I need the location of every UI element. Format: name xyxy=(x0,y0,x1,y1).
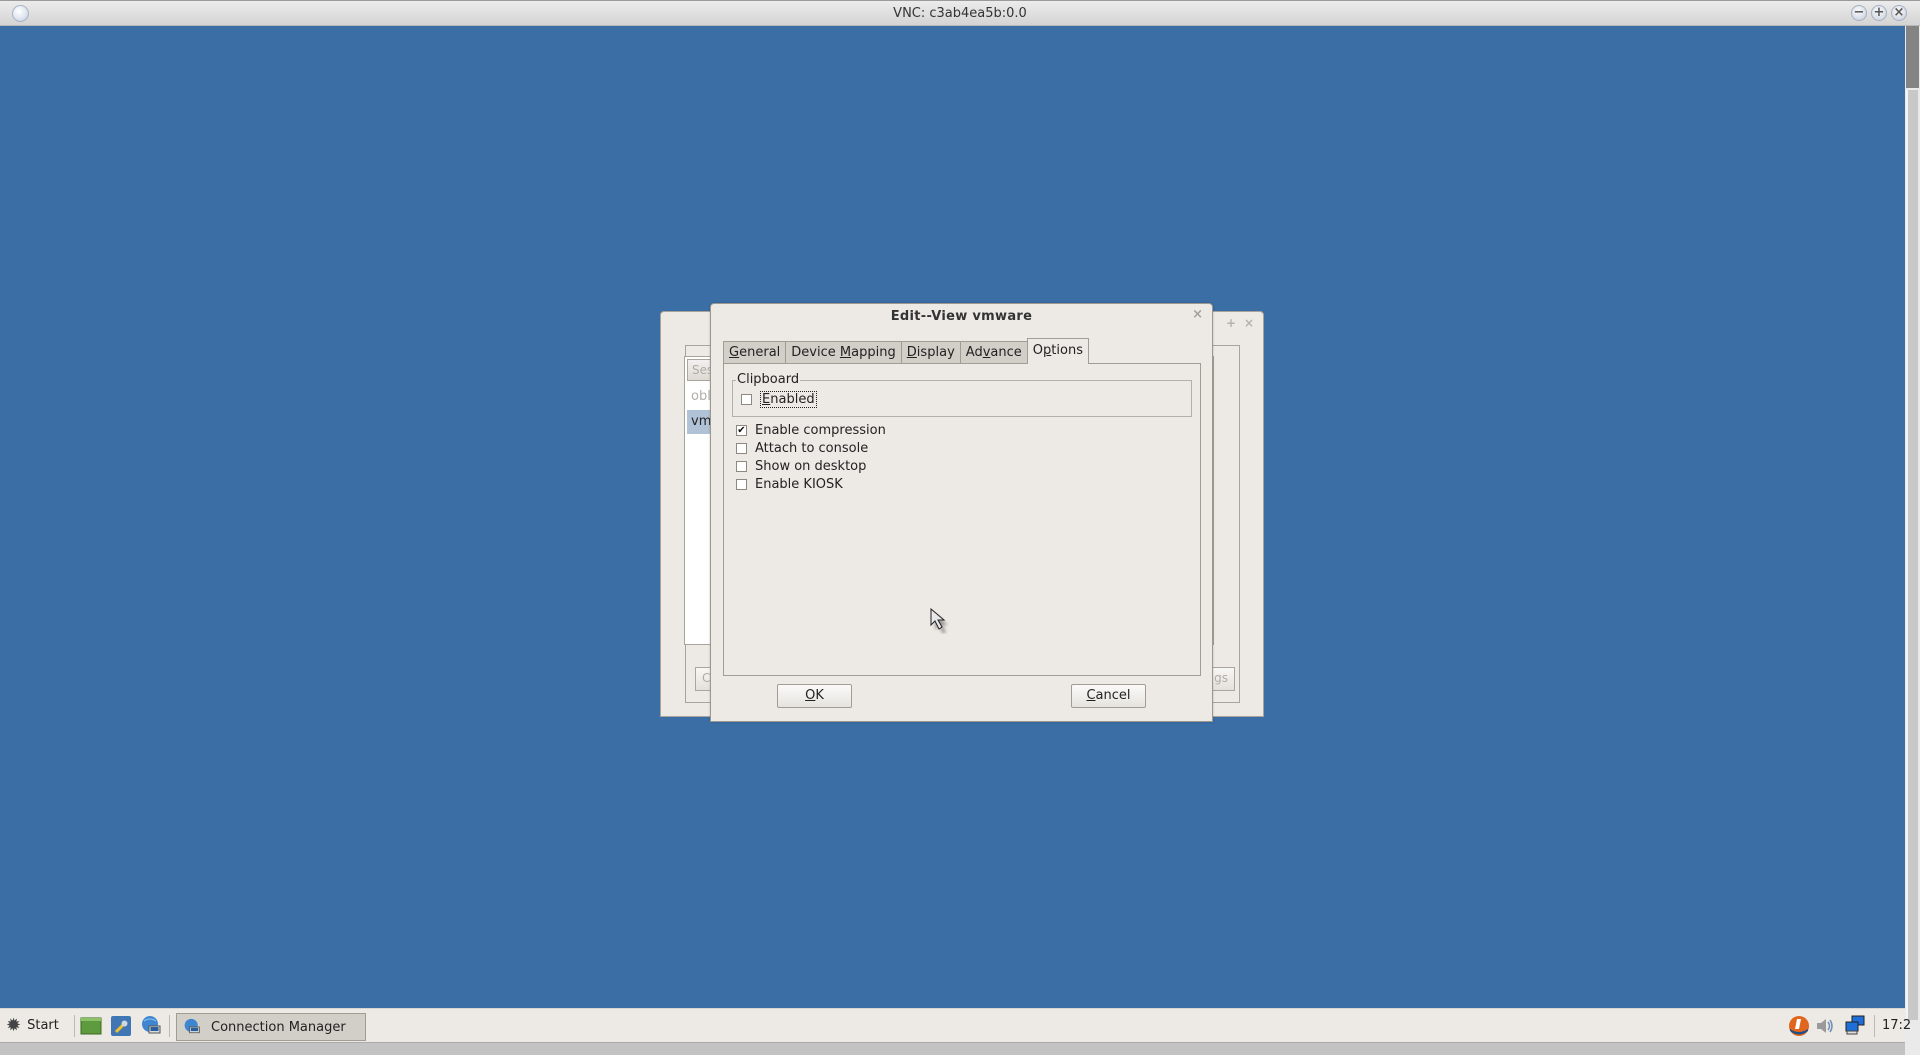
attach-to-console-checkbox[interactable]: Attach to console xyxy=(736,441,868,456)
tab-general[interactable]: General xyxy=(723,341,787,364)
clipboard-enabled-checkbox[interactable]: Enabled xyxy=(741,391,817,408)
maximize-button[interactable]: + xyxy=(1871,5,1887,21)
dialog-close-icon[interactable]: × xyxy=(1192,307,1203,322)
vertical-scrollbar-track[interactable] xyxy=(1906,90,1918,1020)
vnc-window-title: VNC: c3ab4ea5b:0.0 xyxy=(893,6,1027,21)
add-icon[interactable]: + xyxy=(1226,316,1236,330)
desktop-icon[interactable] xyxy=(80,1015,102,1037)
task-connection-manager[interactable]: Connection Manager xyxy=(176,1013,366,1041)
cancel-button[interactable]: Cancel xyxy=(1071,684,1146,708)
tab-bar: General Device Mapping Display Advance O… xyxy=(723,338,1090,364)
close-button[interactable]: × xyxy=(1891,5,1907,21)
minimize-button[interactable]: − xyxy=(1851,5,1867,21)
enable-kiosk-label: Enable KIOSK xyxy=(755,477,843,492)
close-icon[interactable]: × xyxy=(1244,316,1254,330)
horizontal-scrollbar[interactable] xyxy=(0,1042,1905,1055)
tab-options[interactable]: Options xyxy=(1026,338,1090,364)
network-icon[interactable] xyxy=(1844,1015,1866,1037)
clipboard-enabled-label: Enabled xyxy=(760,391,817,408)
clipboard-group: Clipboard Enabled xyxy=(732,372,1192,417)
settings-wrench-icon[interactable] xyxy=(110,1015,132,1037)
taskbar: ✹ Start Connection Manager 17:2 xyxy=(0,1008,1911,1042)
enable-compression-checkbox[interactable]: ✔ Enable compression xyxy=(736,423,886,438)
taskbar-separator xyxy=(169,1015,170,1037)
tab-device-mapping[interactable]: Device Mapping xyxy=(785,341,902,364)
update-icon[interactable] xyxy=(1788,1015,1810,1037)
network-globe-icon[interactable] xyxy=(140,1015,162,1037)
volume-icon[interactable] xyxy=(1814,1015,1836,1037)
edit-view-dialog: Edit--View vmware × General Device Mappi… xyxy=(710,303,1213,722)
vnc-titlebar: VNC: c3ab4ea5b:0.0 − + × xyxy=(0,0,1920,26)
gear-icon: ✹ xyxy=(6,1015,22,1036)
checkbox-box[interactable]: ✔ xyxy=(736,425,747,436)
show-on-desktop-checkbox[interactable]: Show on desktop xyxy=(736,459,866,474)
tab-display[interactable]: Display xyxy=(900,341,961,364)
checkbox-box[interactable] xyxy=(736,479,747,490)
tab-advance[interactable]: Advance xyxy=(959,341,1028,364)
enable-compression-label: Enable compression xyxy=(755,423,886,438)
ok-button-label: OK xyxy=(805,688,824,703)
mouse-cursor-icon xyxy=(930,608,948,634)
connection-manager-icon xyxy=(184,1018,200,1034)
checkbox-box[interactable] xyxy=(736,461,747,472)
options-panel: Clipboard Enabled ✔ Enable compression A… xyxy=(723,363,1201,676)
vertical-scrollbar-thumb[interactable] xyxy=(1906,26,1919,88)
taskbar-separator xyxy=(74,1015,75,1037)
start-label: Start xyxy=(27,1018,59,1033)
checkbox-box[interactable] xyxy=(741,394,752,405)
ok-button[interactable]: OK xyxy=(777,684,852,708)
cancel-button-label: Cancel xyxy=(1086,688,1131,703)
start-button[interactable]: ✹ Start xyxy=(6,1015,59,1036)
attach-to-console-label: Attach to console xyxy=(755,441,869,456)
checkbox-box[interactable] xyxy=(736,443,747,454)
clock: 17:2 xyxy=(1882,1018,1912,1033)
dialog-title: Edit--View vmware xyxy=(890,309,1033,324)
task-button-label: Connection Manager xyxy=(211,1019,346,1035)
clipboard-legend: Clipboard xyxy=(736,372,801,387)
enable-kiosk-checkbox[interactable]: Enable KIOSK xyxy=(736,477,843,492)
show-on-desktop-label: Show on desktop xyxy=(755,459,867,474)
taskbar-separator xyxy=(1874,1015,1875,1037)
